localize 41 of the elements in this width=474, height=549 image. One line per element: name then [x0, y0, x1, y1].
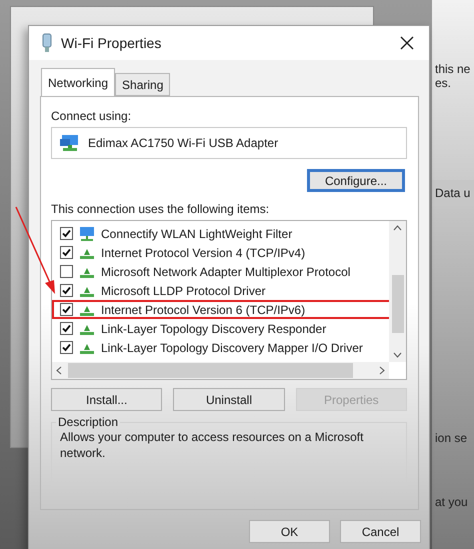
scroll-right-icon[interactable] — [379, 366, 385, 375]
horizontal-scrollbar[interactable] — [52, 362, 389, 379]
list-item[interactable]: Microsoft LLDP Protocol Driver — [101, 284, 266, 298]
background-text: this ne — [435, 62, 472, 76]
adapter-name: Edimax AC1750 Wi-Fi USB Adapter — [88, 136, 278, 150]
network-monitor-icon — [60, 134, 80, 152]
background-text: ion se — [435, 431, 468, 445]
checkbox[interactable] — [60, 265, 73, 278]
scroll-down-icon[interactable] — [393, 352, 402, 358]
description-text: Allows your computer to access resources on a Microsoft network. — [60, 429, 364, 461]
group-label: Description — [57, 415, 120, 429]
checkbox[interactable] — [60, 246, 73, 259]
action-button[interactable]: Uninstall — [173, 388, 285, 411]
network-monitor-icon — [79, 226, 95, 242]
list-item[interactable]: Link-Layer Topology Discovery Responder — [101, 322, 326, 336]
checkbox[interactable] — [60, 284, 73, 297]
window-title: Wi-Fi Properties — [61, 35, 162, 51]
background-text: at you — [435, 495, 469, 509]
vertical-scrollbar[interactable] — [389, 221, 406, 362]
list-item[interactable]: Internet Protocol Version 6 (TCP/IPv6) — [101, 302, 306, 316]
action-button[interactable]: Install... — [51, 388, 162, 411]
background-text: es. — [435, 76, 452, 90]
tab[interactable]: Sharing — [115, 73, 170, 96]
close-icon — [400, 36, 414, 50]
checkbox[interactable] — [60, 322, 73, 335]
list-item[interactable]: Microsoft Network Adapter Multiplexor Protocol — [101, 264, 350, 278]
list-label: This connection uses the following items: — [51, 202, 270, 216]
checkbox[interactable] — [60, 227, 73, 240]
network-adapter-icon — [41, 33, 53, 53]
checkbox[interactable] — [60, 341, 73, 354]
list-item[interactable]: Connectify WLAN LightWeight Filter — [101, 226, 292, 240]
dialog-button[interactable]: OK — [249, 520, 330, 543]
list-item[interactable]: Internet Protocol Version 4 (TCP/IPv4) — [101, 246, 306, 260]
list-item[interactable]: Link-Layer Topology Discovery Mapper I/O Driver — [101, 340, 363, 354]
scroll-left-icon[interactable] — [56, 366, 62, 375]
dialog-button[interactable]: Cancel — [340, 520, 421, 543]
field-label: Connect using: — [51, 109, 132, 123]
tab[interactable]: Networking — [41, 68, 116, 96]
checkbox[interactable] — [60, 303, 73, 316]
scroll-up-icon[interactable] — [393, 225, 402, 231]
configure-button[interactable]: Configure... — [307, 169, 405, 192]
